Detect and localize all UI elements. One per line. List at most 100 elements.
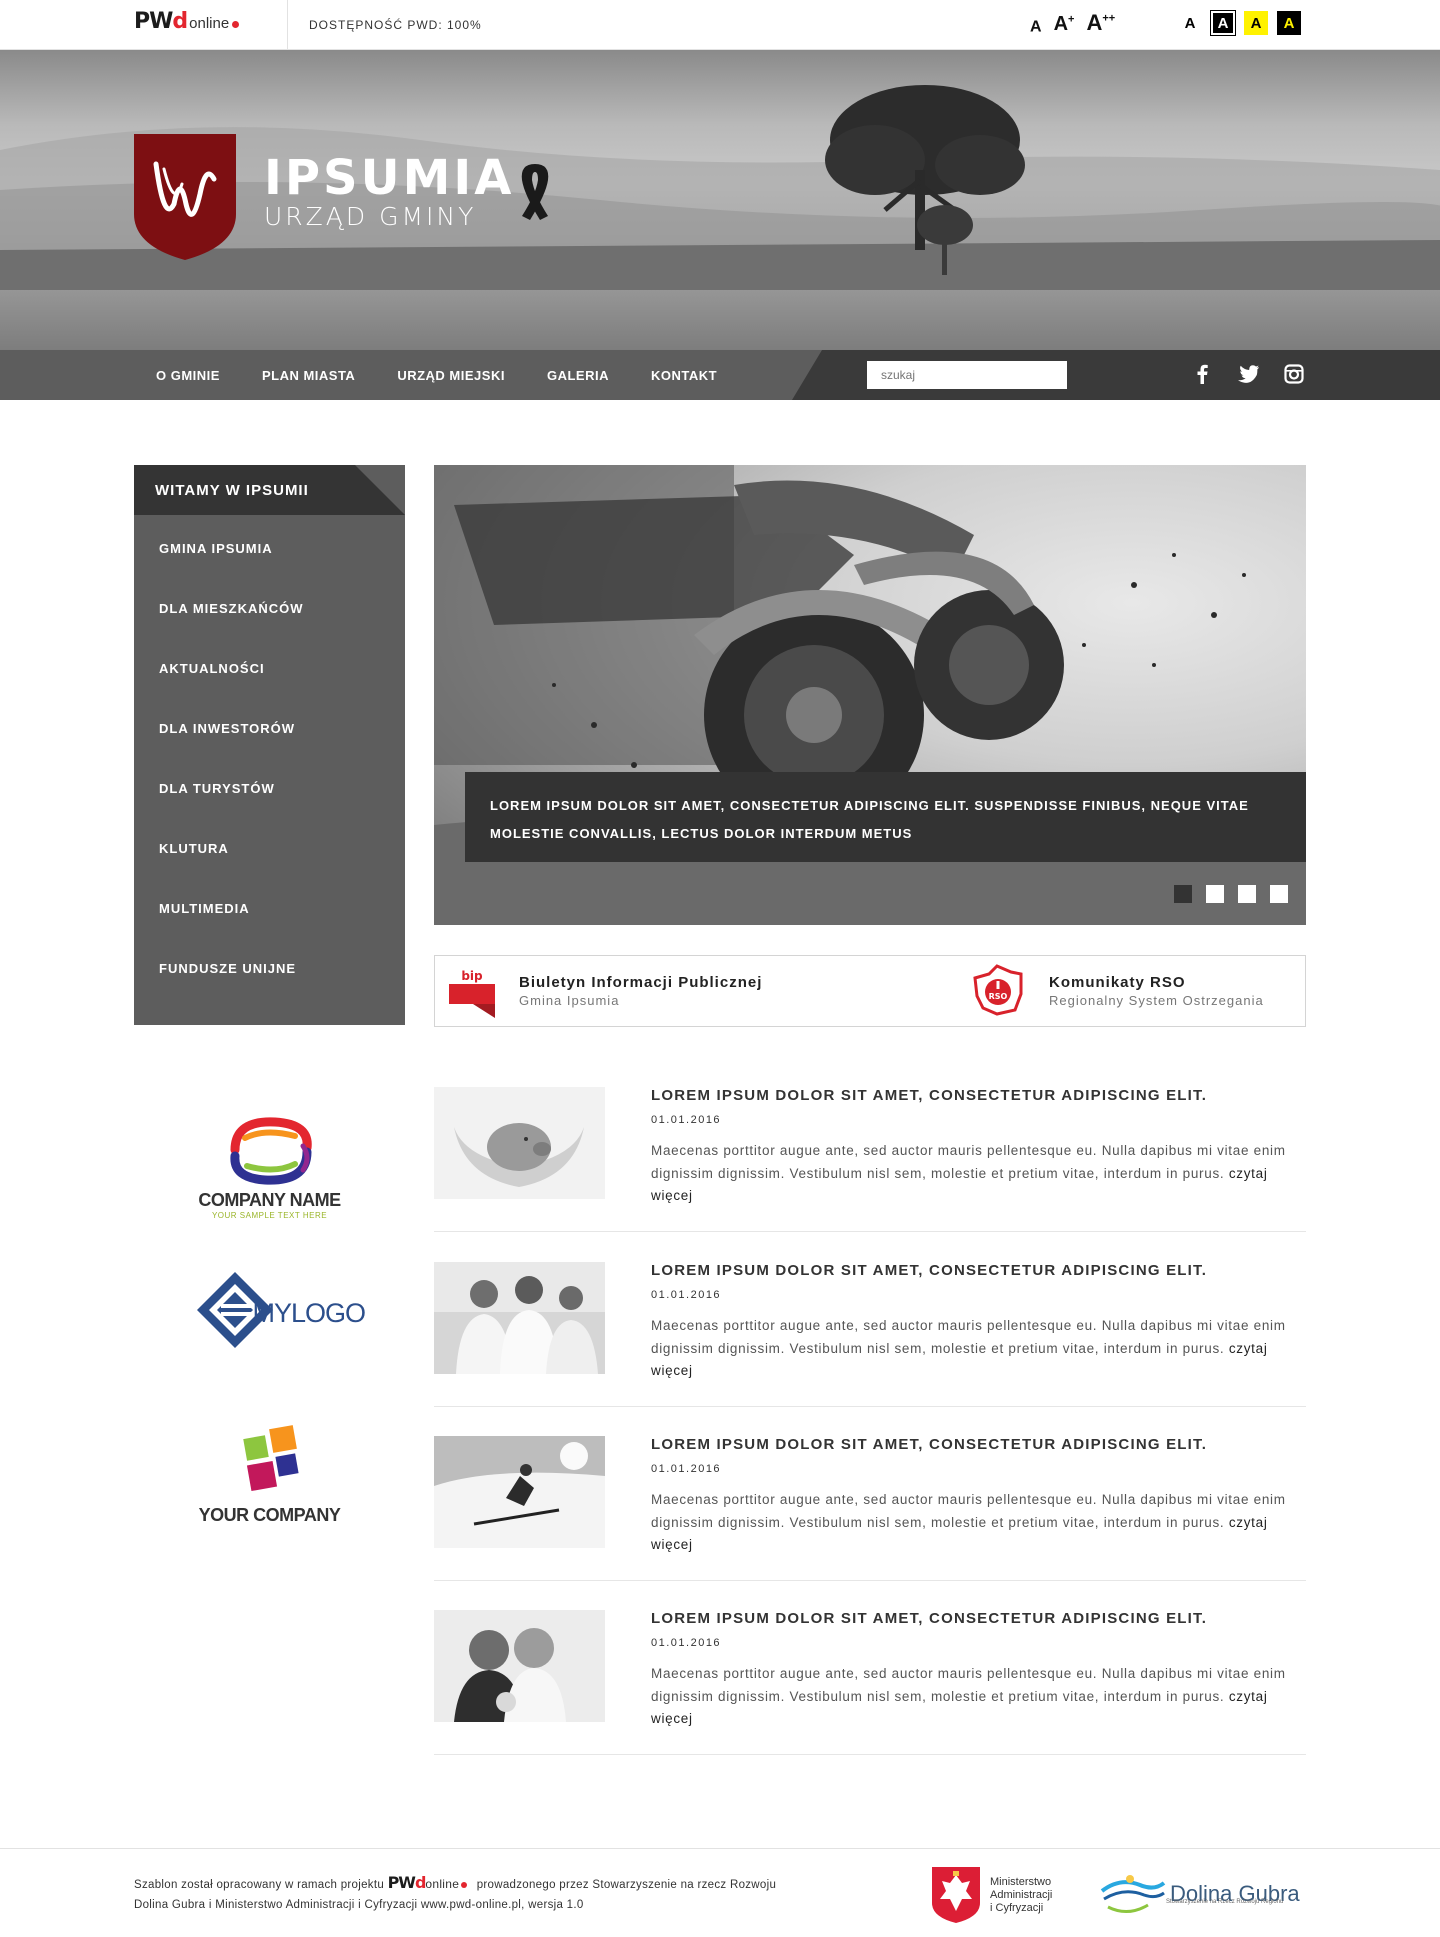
sidebar-header: WITAMY W IPSUMII bbox=[134, 465, 405, 515]
nav-item-o-gminie[interactable]: O GMINIE bbox=[156, 368, 220, 383]
news-date: 01.01.2016 bbox=[651, 1637, 722, 1649]
rso-link[interactable]: RSO Komunikaty RSO Regionalny System Ost… bbox=[971, 956, 1264, 1026]
partner-logo-company-name[interactable]: COMPANY NAME YOUR SAMPLE TEXT HERE bbox=[134, 1105, 405, 1225]
logo-pwd-d: d bbox=[172, 9, 188, 34]
nav-item-plan-miasta[interactable]: PLAN MIASTA bbox=[262, 368, 355, 383]
news-item: LOREM IPSUM DOLOR SIT AMET, CONSECTETUR … bbox=[434, 1262, 1306, 1407]
sidebar-list: GMINA IPSUMIA DLA MIESZKAŃCÓW AKTUALNOŚC… bbox=[134, 515, 405, 999]
bip-icon: bip bbox=[449, 964, 495, 1018]
partner-name: COMPANY NAME bbox=[198, 1190, 341, 1210]
news-title[interactable]: LOREM IPSUM DOLOR SIT AMET, CONSECTETUR … bbox=[651, 1262, 1207, 1279]
news-excerpt: Maecenas porttitor augue ante, sed aucto… bbox=[651, 1492, 1286, 1552]
font-size-largest-button[interactable]: A++ bbox=[1086, 10, 1115, 36]
font-size-normal-button[interactable]: A bbox=[1030, 16, 1042, 36]
sidebar-item-multimedia[interactable]: MULTIMEDIA bbox=[134, 879, 405, 939]
municipality-title: IPSUMIA bbox=[264, 150, 515, 206]
contrast-black-white-button[interactable]: A bbox=[1210, 10, 1236, 36]
instagram-icon[interactable] bbox=[1282, 362, 1306, 386]
swirl-logo-icon bbox=[229, 1117, 312, 1185]
polish-eagle-emblem-icon bbox=[932, 1867, 980, 1923]
slider-dot-4[interactable] bbox=[1270, 885, 1288, 903]
dolina-gubra-wave-icon bbox=[1100, 1875, 1166, 1913]
logo-red-dot bbox=[232, 21, 240, 28]
bip-link[interactable]: bip Biuletyn Informacji Publicznej Gmina… bbox=[449, 956, 762, 1026]
rso-title: Komunikaty RSO bbox=[1049, 974, 1186, 991]
font-size-larger-button[interactable]: A+ bbox=[1054, 13, 1075, 36]
news-title[interactable]: LOREM IPSUM DOLOR SIT AMET, CONSECTETUR … bbox=[651, 1087, 1207, 1104]
facebook-icon[interactable] bbox=[1190, 362, 1214, 386]
contrast-yellow-black-button[interactable]: A bbox=[1244, 11, 1268, 35]
squares-logo-icon bbox=[242, 1424, 299, 1491]
news-date: 01.01.2016 bbox=[651, 1463, 722, 1475]
slider-pagination bbox=[1174, 885, 1288, 903]
news-date: 01.01.2016 bbox=[651, 1289, 722, 1301]
mylogo-graphic: MYLOGO bbox=[195, 1260, 366, 1360]
bip-subtitle: Gmina Ipsumia bbox=[519, 993, 620, 1008]
sidebar-item-dla-turystow[interactable]: DLA TURYSTÓW bbox=[134, 759, 405, 819]
ministry-name-3: i Cyfryzacji bbox=[990, 1901, 1044, 1914]
top-divider bbox=[287, 0, 288, 50]
mourning-ribbon-icon bbox=[521, 164, 549, 220]
hero-small-tree bbox=[917, 205, 973, 275]
footer: Szablon został opracowany w ramach proje… bbox=[0, 1848, 1440, 1937]
news-excerpt: Maecenas porttitor augue ante, sed aucto… bbox=[651, 1666, 1286, 1726]
news-thumbnail-couple[interactable] bbox=[434, 1610, 605, 1722]
news-thumbnail-skier[interactable] bbox=[434, 1436, 605, 1548]
social-links bbox=[1190, 362, 1306, 386]
slider-dot-2[interactable] bbox=[1206, 885, 1224, 903]
slider-caption: LOREM IPSUM DOLOR SIT AMET, CONSECTETUR … bbox=[465, 772, 1306, 862]
logo-online-text: online bbox=[189, 15, 230, 32]
partner-name: YOUR COMPANY bbox=[198, 1504, 341, 1525]
sidebar-menu: WITAMY W IPSUMII GMINA IPSUMIA DLA MIESZ… bbox=[134, 465, 405, 1025]
contrast-black-yellow-button[interactable]: A bbox=[1277, 11, 1301, 35]
rso-subtitle: Regionalny System Ostrzegania bbox=[1049, 993, 1264, 1008]
partner-logo-your-company[interactable]: YOUR COMPANY bbox=[134, 1415, 405, 1535]
slider-dot-3[interactable] bbox=[1238, 885, 1256, 903]
news-title[interactable]: LOREM IPSUM DOLOR SIT AMET, CONSECTETUR … bbox=[651, 1436, 1207, 1453]
ministry-logo[interactable]: Ministerstwo Administracji i Cyfryzacji bbox=[932, 1867, 1052, 1923]
footer-pwd-logo[interactable]: PWd bbox=[388, 1873, 427, 1892]
search-input[interactable] bbox=[867, 361, 1067, 389]
rso-warning-icon: RSO bbox=[973, 964, 1023, 1016]
accessibility-label: DOSTĘPNOŚĆ PWD: 100% bbox=[309, 18, 482, 32]
svg-text:RSO: RSO bbox=[989, 992, 1008, 1001]
sidebar-item-dla-inwestorow[interactable]: DLA INWESTORÓW bbox=[134, 699, 405, 759]
news-item: LOREM IPSUM DOLOR SIT AMET, CONSECTETUR … bbox=[434, 1610, 1306, 1755]
dolina-gubra-tagline: Stowarzyszenie na Rzecz Rozwoju Regionu bbox=[1166, 1899, 1284, 1905]
font-size-switcher: A A+ A++ bbox=[1030, 10, 1115, 36]
slider-dot-1[interactable] bbox=[1174, 885, 1192, 903]
top-bar: PWd online DOSTĘPNOŚĆ PWD: 100% A A+ A++… bbox=[0, 0, 1440, 50]
ministry-name-1: Ministerstwo bbox=[990, 1875, 1052, 1888]
pwd-online-logo[interactable]: PWd online bbox=[134, 9, 240, 39]
news-item: LOREM IPSUM DOLOR SIT AMET, CONSECTETUR … bbox=[434, 1087, 1306, 1232]
nav-menu: O GMINIE PLAN MIASTA URZĄD MIEJSKI GALER… bbox=[134, 350, 738, 400]
news-title[interactable]: LOREM IPSUM DOLOR SIT AMET, CONSECTETUR … bbox=[651, 1610, 1207, 1627]
nav-item-urzad-miejski[interactable]: URZĄD MIEJSKI bbox=[397, 368, 505, 383]
dolina-gubra-logo[interactable]: Dolina Gubra Stowarzyszenie na Rzecz Roz… bbox=[1100, 1869, 1300, 1919]
news-thumbnail-piggy-bank[interactable] bbox=[434, 1087, 605, 1199]
sidebar-item-fundusze-unijne[interactable]: FUNDUSZE UNIJNE bbox=[134, 939, 405, 999]
main-navigation: O GMINIE PLAN MIASTA URZĄD MIEJSKI GALER… bbox=[0, 350, 1440, 400]
partner-logo-mylogo[interactable]: MYLOGO bbox=[134, 1250, 405, 1370]
ministry-name-2: Administracji bbox=[990, 1888, 1053, 1901]
sidebar-item-dla-mieszkancow[interactable]: DLA MIESZKAŃCÓW bbox=[134, 579, 405, 639]
sidebar-item-aktualnosci[interactable]: AKTUALNOŚCI bbox=[134, 639, 405, 699]
sidebar-item-gmina-ipsumia[interactable]: GMINA IPSUMIA bbox=[134, 519, 405, 579]
news-excerpt: Maecenas porttitor augue ante, sed aucto… bbox=[651, 1143, 1286, 1203]
mylogo-text: MYLOGO bbox=[252, 1298, 367, 1328]
nav-item-kontakt[interactable]: KONTAKT bbox=[651, 368, 717, 383]
image-slider[interactable]: LOREM IPSUM DOLOR SIT AMET, CONSECTETUR … bbox=[434, 465, 1306, 925]
footer-credits: Szablon został opracowany w ramach proje… bbox=[134, 1873, 777, 1911]
nav-item-galeria[interactable]: GALERIA bbox=[547, 368, 609, 383]
municipality-crest-icon[interactable] bbox=[134, 134, 236, 260]
bip-title: Biuletyn Informacji Publicznej bbox=[519, 974, 763, 991]
hero-banner: IPSUMIA URZĄD GMINY bbox=[0, 50, 1440, 350]
contrast-default-button[interactable]: A bbox=[1178, 11, 1202, 35]
svg-text:bip: bip bbox=[461, 969, 483, 983]
partner-tagline: YOUR SAMPLE TEXT HERE bbox=[211, 1211, 328, 1220]
news-item: LOREM IPSUM DOLOR SIT AMET, CONSECTETUR … bbox=[434, 1436, 1306, 1581]
news-thumbnail-doctors[interactable] bbox=[434, 1262, 605, 1374]
sidebar-item-klutura[interactable]: KLUTURA bbox=[134, 819, 405, 879]
municipality-subtitle: URZĄD GMINY bbox=[264, 202, 477, 231]
twitter-icon[interactable] bbox=[1236, 362, 1260, 386]
